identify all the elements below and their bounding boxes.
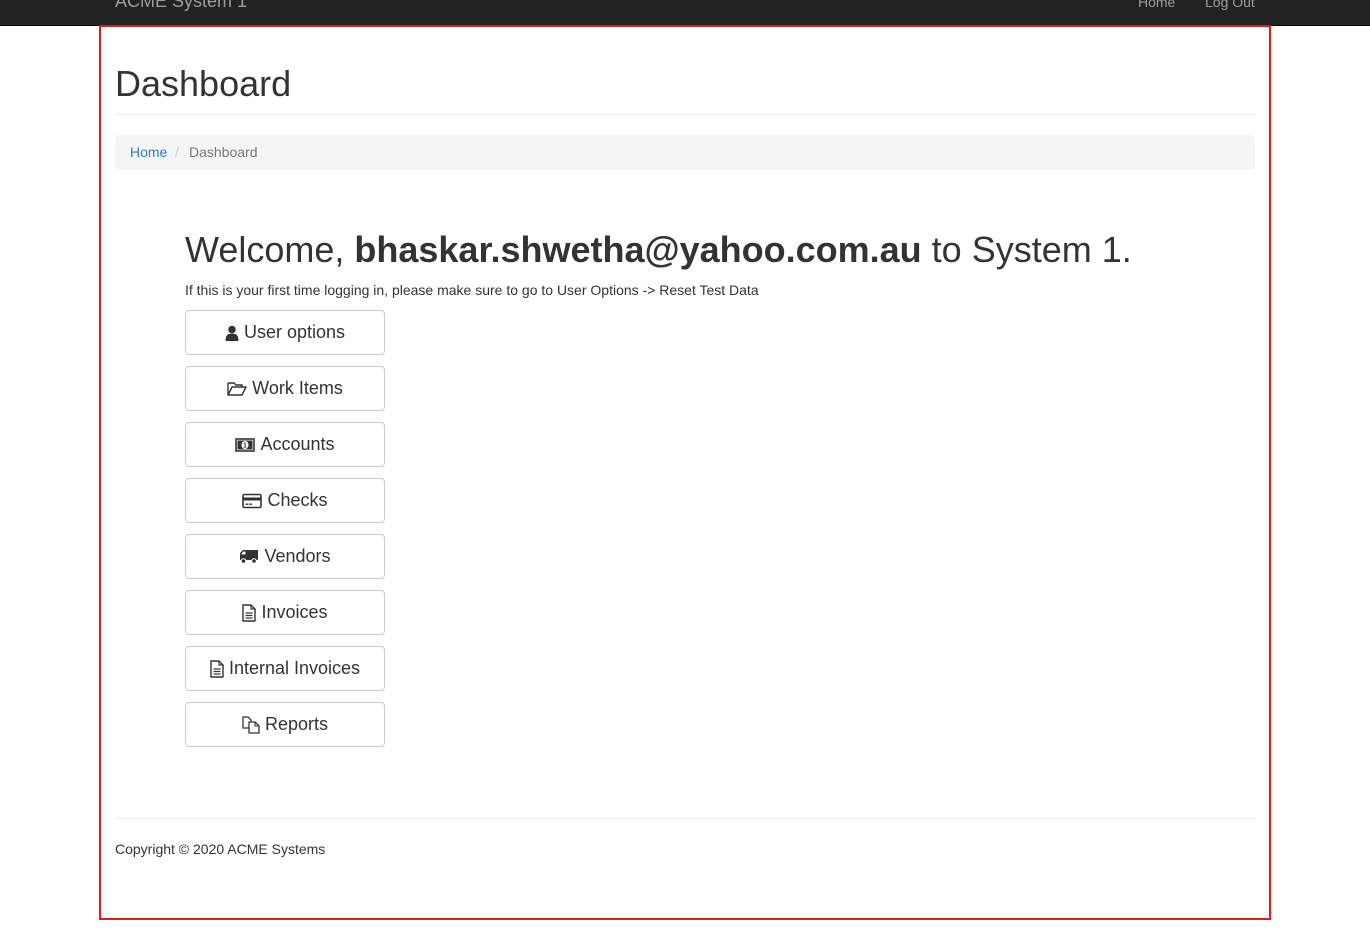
breadcrumb-home-link[interactable]: Home [130, 135, 167, 170]
title-divider [115, 114, 1255, 115]
user-icon [225, 325, 244, 341]
breadcrumb: Home / Dashboard [115, 135, 1255, 170]
folder-open-icon [227, 381, 252, 397]
breadcrumb-current: Dashboard [189, 144, 258, 160]
welcome-suffix: to System 1. [921, 229, 1132, 270]
footer-divider [115, 818, 1255, 819]
file-text-icon [210, 659, 229, 678]
work-items-label: Work Items [252, 378, 343, 398]
svg-text:1: 1 [244, 442, 248, 449]
navbar-brand[interactable]: ACME System 1 [115, 0, 247, 11]
vendors-button[interactable]: Vendors [185, 534, 385, 579]
invoices-label: Invoices [261, 602, 328, 622]
credit-card-icon [242, 493, 267, 509]
file-text-icon [242, 603, 261, 622]
reports-label: Reports [264, 714, 329, 734]
truck-icon [239, 549, 264, 564]
welcome-prefix: Welcome, [185, 229, 355, 270]
internal-invoices-button[interactable]: Internal Invoices [185, 646, 385, 691]
invoices-button[interactable]: Invoices [185, 590, 385, 635]
first-login-hint: If this is your first time logging in, p… [185, 282, 759, 298]
user-options-button[interactable]: User options [185, 310, 385, 355]
top-navbar: ACME System 1 Home Log Out [0, 0, 1370, 26]
welcome-heading: Welcome, bhaskar.shwetha@yahoo.com.au to… [185, 228, 1132, 272]
work-items-button[interactable]: Work Items [185, 366, 385, 411]
copy-icon [242, 715, 265, 734]
page-title: Dashboard [115, 63, 292, 104]
footer-copyright: Copyright © 2020 ACME Systems [115, 841, 326, 857]
accounts-button[interactable]: 1 Accounts [185, 422, 385, 467]
money-icon: 1 [235, 437, 260, 452]
welcome-user: bhaskar.shwetha@yahoo.com.au [354, 229, 922, 270]
vendors-label: Vendors [264, 546, 331, 566]
user-options-label: User options [243, 322, 346, 342]
internal-invoices-label: Internal Invoices [228, 658, 361, 678]
nav-home-link[interactable]: Home [1138, 0, 1175, 12]
breadcrumb-separator: / [175, 144, 179, 160]
nav-logout-link[interactable]: Log Out [1205, 0, 1255, 12]
accounts-label: Accounts [260, 434, 335, 454]
checks-label: Checks [267, 490, 328, 510]
checks-button[interactable]: Checks [185, 478, 385, 523]
reports-button[interactable]: Reports [185, 702, 385, 747]
